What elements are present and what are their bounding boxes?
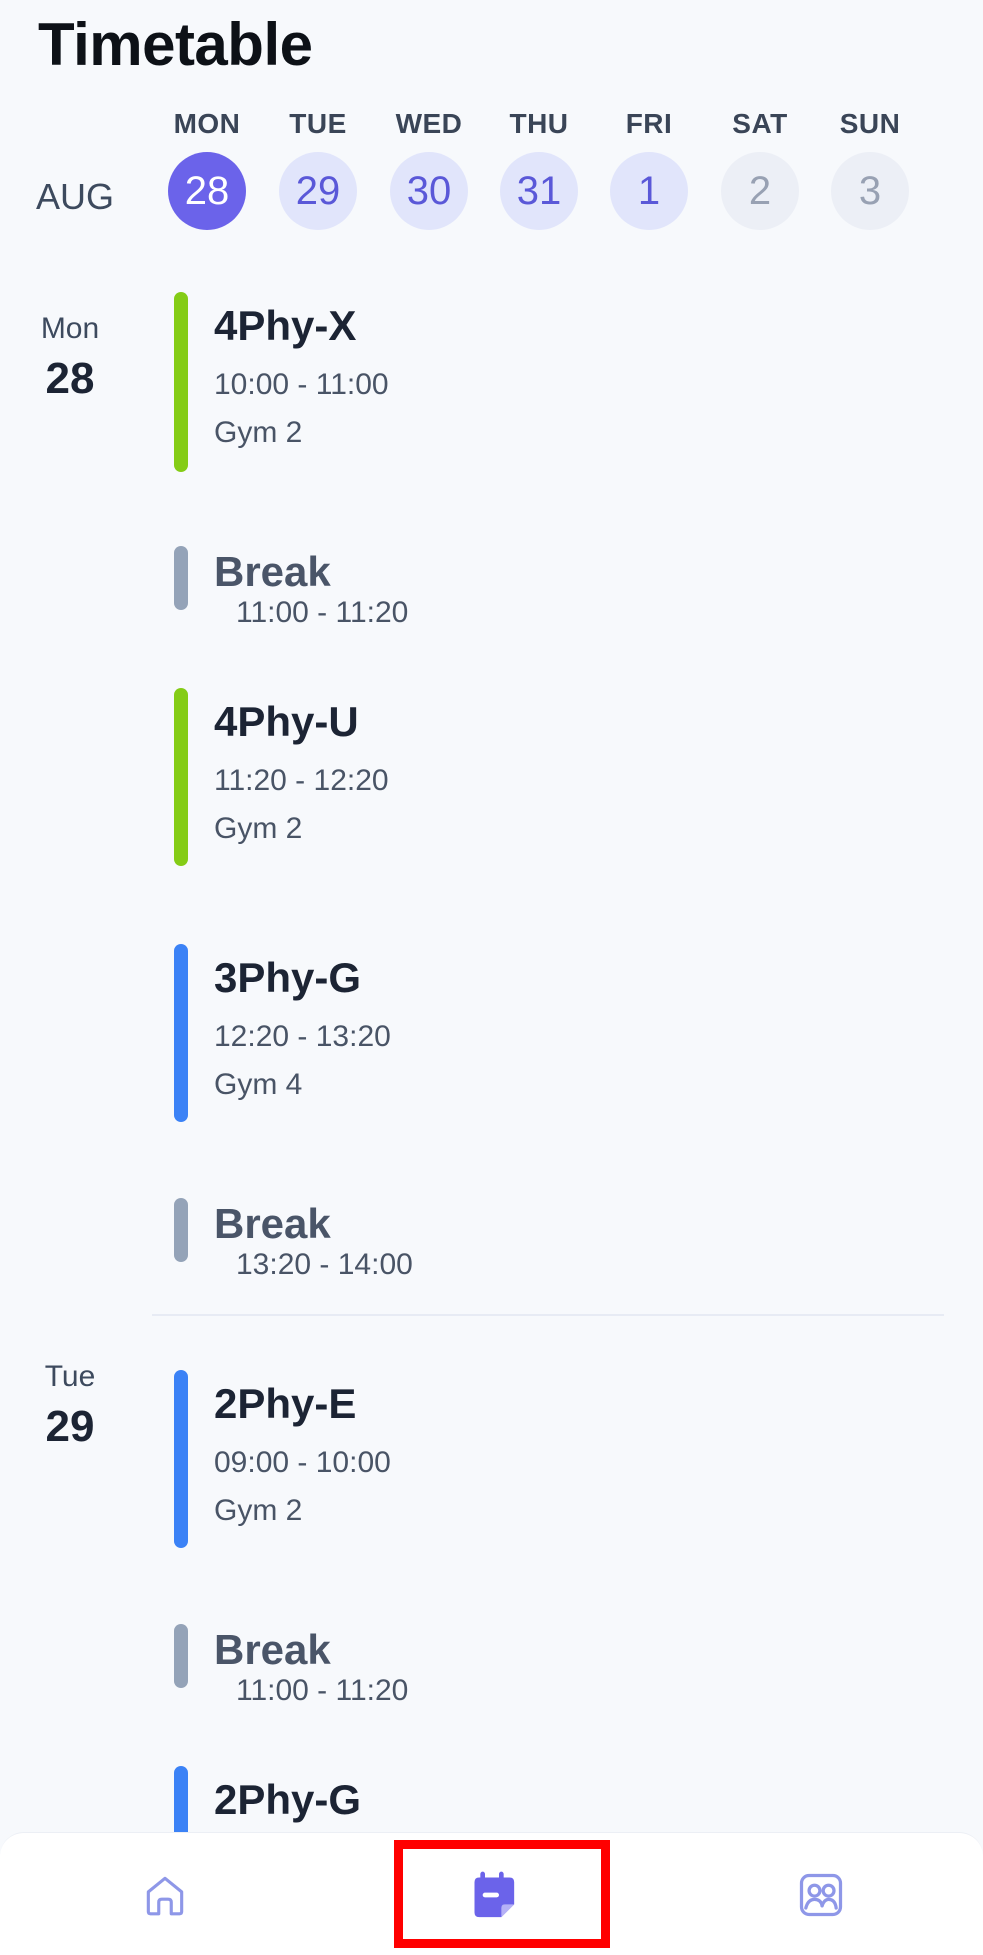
- class-name: 3Phy-G: [214, 954, 362, 1001]
- day-name: Mon: [40, 312, 100, 345]
- class-room: Gym 2: [214, 416, 303, 449]
- class-room: Gym 4: [214, 1068, 303, 1101]
- class-room: Gym 2: [214, 1494, 303, 1527]
- break-time: 13:20 - 14:00: [236, 1248, 413, 1281]
- subject-color-bar: [174, 688, 188, 866]
- day-column-mon[interactable]: MON 28: [152, 108, 262, 230]
- class-time: 10:00 - 11:00: [214, 368, 389, 401]
- class-time: 09:00 - 10:00: [214, 1446, 391, 1479]
- class-time: 12:20 - 13:20: [214, 1020, 391, 1053]
- day-of-week-label: MON: [173, 108, 241, 139]
- break-time: 11:00 - 11:20: [236, 596, 409, 629]
- day-column-wed[interactable]: WED 30: [374, 108, 484, 230]
- class-name: 4Phy-X: [214, 302, 357, 349]
- day-column-sat[interactable]: SAT 2: [705, 108, 815, 230]
- schedule-day-label-mon: Mon 28: [30, 312, 110, 404]
- day-column-sun[interactable]: SUN 3: [815, 108, 925, 230]
- day-of-week-label: WED: [395, 108, 463, 139]
- home-icon: [146, 1876, 184, 1915]
- break-time: 11:00 - 11:20: [236, 1674, 409, 1707]
- break-color-bar: [174, 1624, 188, 1688]
- day-divider: [152, 1314, 944, 1316]
- month-label: AUG: [36, 176, 115, 217]
- date-circle[interactable]: 1: [610, 152, 688, 230]
- date-circle[interactable]: 2: [721, 152, 799, 230]
- break-label: Break: [214, 1200, 331, 1247]
- day-column-thu[interactable]: THU 31: [484, 108, 594, 230]
- break-label: Break: [214, 548, 331, 595]
- date-circle[interactable]: 31: [500, 152, 578, 230]
- day-number: 28: [45, 354, 95, 403]
- focus-highlight-box: [394, 1840, 610, 1948]
- date-circle-selected[interactable]: 28: [168, 152, 246, 230]
- break-color-bar: [174, 1198, 188, 1262]
- class-name: 2Phy-G: [214, 1776, 362, 1823]
- class-room: Gym 2: [214, 812, 303, 845]
- break-label: Break: [214, 1626, 331, 1673]
- schedule-day-label-tue: Tue 29: [30, 1360, 110, 1452]
- class-name: 4Phy-U: [214, 698, 359, 745]
- subject-color-bar: [174, 292, 188, 472]
- day-of-week-label: THU: [509, 108, 569, 139]
- day-of-week-label: FRI: [625, 108, 673, 139]
- class-name: 2Phy-E: [214, 1380, 357, 1427]
- day-of-week-label: SAT: [732, 108, 788, 139]
- page-title: Timetable: [38, 11, 313, 78]
- date-circle[interactable]: 30: [390, 152, 468, 230]
- day-of-week-label: TUE: [289, 108, 347, 139]
- date-circle[interactable]: 29: [279, 152, 357, 230]
- day-name: Tue: [44, 1360, 96, 1393]
- contacts-icon: [799, 1873, 843, 1916]
- subject-color-bar: [174, 944, 188, 1122]
- class-time: 11:20 - 12:20: [214, 764, 389, 797]
- subject-color-bar: [174, 1370, 188, 1548]
- date-circle[interactable]: 3: [831, 152, 909, 230]
- day-of-week-label: SUN: [839, 108, 901, 139]
- break-color-bar: [174, 546, 188, 610]
- nav-home-button[interactable]: [110, 1833, 220, 1955]
- nav-contacts-button[interactable]: [766, 1833, 876, 1955]
- day-column-fri[interactable]: FRI 1: [594, 108, 704, 230]
- week-strip: AUG MON 28 TUE 29 WED 30 THU 31 FRI 1 SA…: [0, 108, 983, 248]
- day-number: 29: [45, 1402, 95, 1451]
- day-column-tue[interactable]: TUE 29: [263, 108, 373, 230]
